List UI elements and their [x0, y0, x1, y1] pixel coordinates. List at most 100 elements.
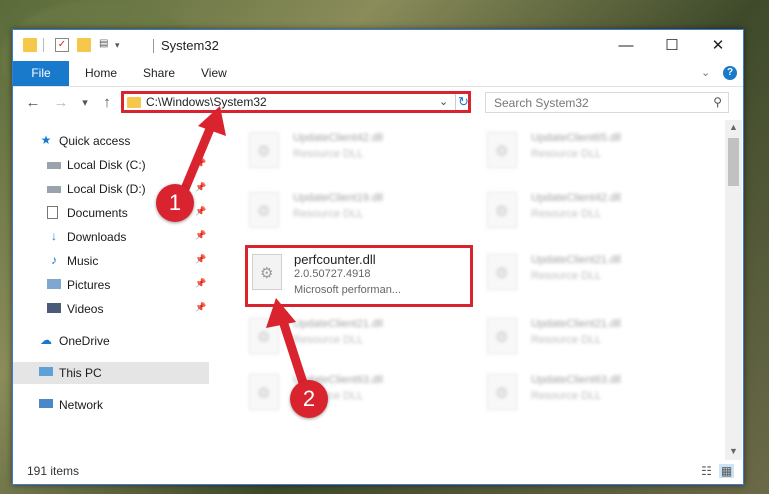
large-icons-view-icon[interactable]: ▦: [719, 464, 734, 478]
file-description: Resource DLL: [293, 208, 364, 220]
folder-icon: [23, 38, 37, 52]
sidebar-item-onedrive[interactable]: ☁ OneDrive: [13, 330, 209, 352]
file-description: Resource DLL: [531, 390, 602, 402]
scroll-up-icon[interactable]: ▲: [729, 122, 738, 132]
scroll-thumb[interactable]: [728, 138, 739, 186]
ribbon: File Home Share View ⌄ ?: [13, 61, 743, 87]
file-tile[interactable]: UpdateClient21.dll Resource DLL: [481, 314, 701, 360]
dll-file-icon: [487, 318, 517, 354]
tab-view[interactable]: View: [201, 61, 227, 86]
chevron-down-icon[interactable]: ⌄: [439, 95, 448, 108]
sidebar-item-label: Music: [67, 254, 99, 268]
pin-icon[interactable]: 📌: [195, 158, 206, 169]
tab-share[interactable]: Share: [143, 61, 175, 86]
file-name: UpdateClient19.dll: [293, 192, 383, 204]
maximize-button[interactable]: ☐: [649, 30, 695, 61]
file-tile[interactable]: UpdateClient19.dll Resource DLL: [243, 188, 463, 234]
file-name: UpdateClient65.dll: [531, 132, 621, 144]
scroll-down-icon[interactable]: ▼: [729, 446, 738, 456]
window-title: System32: [161, 38, 219, 53]
search-icon[interactable]: ⚲: [713, 95, 722, 109]
pin-icon[interactable]: 📌: [195, 182, 206, 193]
file-tile[interactable]: UpdateClient42.dll Resource DLL: [243, 128, 463, 174]
file-description: Resource DLL: [531, 208, 602, 220]
vertical-scrollbar[interactable]: ▲ ▼: [725, 120, 742, 460]
status-bar: 191 items ☷ ▦: [13, 460, 743, 484]
file-description: Resource DLL: [293, 148, 364, 160]
customize-toolbar-icon[interactable]: ▤: [99, 38, 113, 52]
explorer-window: ✓ ▤ ▾ System32 — ☐ ✕ File Home Share Vie…: [12, 29, 744, 485]
sidebar-item-label: Network: [59, 398, 104, 412]
pin-icon[interactable]: 📌: [195, 206, 206, 217]
recent-locations-button[interactable]: ▾: [75, 93, 95, 113]
sidebar-item-downloads[interactable]: ↓ Downloads 📌: [13, 226, 209, 248]
file-name: UpdateClient42.dll: [531, 192, 621, 204]
properties-icon[interactable]: ✓: [55, 38, 69, 52]
file-name: UpdateClient21.dll: [293, 318, 383, 330]
sidebar-item-label: Quick access: [59, 134, 131, 148]
file-tile[interactable]: UpdateClient42.dll Resource DLL: [481, 188, 701, 234]
sidebar-item-music[interactable]: ♪ Music 📌: [13, 250, 209, 272]
sidebar-item-label: OneDrive: [59, 334, 110, 348]
pictures-icon: [47, 279, 61, 289]
file-tile[interactable]: UpdateClient63.dll Resource DLL: [481, 370, 701, 416]
sidebar-item-this-pc[interactable]: This PC: [13, 362, 209, 384]
expand-ribbon-icon[interactable]: ⌄: [701, 66, 710, 79]
file-name: UpdateClient21.dll: [531, 318, 621, 330]
monitor-icon: [39, 367, 53, 376]
file-description: Microsoft performan...: [294, 284, 401, 296]
forward-button[interactable]: →: [51, 93, 71, 113]
chevron-down-icon[interactable]: ▾: [115, 40, 129, 54]
sidebar-item-label: Local Disk (C:): [67, 158, 146, 172]
search-input[interactable]: Search System32 ⚲: [485, 92, 729, 113]
pin-icon[interactable]: 📌: [195, 278, 206, 289]
close-button[interactable]: ✕: [695, 30, 741, 61]
title-separator: [153, 39, 154, 53]
file-name: UpdateClient63.dll: [531, 374, 621, 386]
help-icon[interactable]: ?: [723, 66, 737, 80]
address-separator: [455, 94, 456, 110]
dll-file-icon: [249, 374, 279, 410]
file-tile[interactable]: UpdateClient21.dll Resource DLL: [481, 250, 701, 296]
new-folder-icon[interactable]: [77, 38, 91, 52]
sidebar-item-pictures[interactable]: Pictures 📌: [13, 274, 209, 296]
tab-home[interactable]: Home: [85, 61, 117, 86]
documents-icon: [47, 206, 58, 219]
item-count: 191 items: [27, 464, 80, 478]
network-icon: [39, 399, 53, 408]
file-name: UpdateClient21.dll: [531, 254, 621, 266]
drive-icon: [47, 162, 61, 169]
file-description: Resource DLL: [531, 270, 602, 282]
address-bar[interactable]: C:\Windows\System32 ⌄ ↻: [121, 91, 471, 113]
sidebar-item-quick-access[interactable]: ★ Quick access: [13, 130, 209, 152]
dll-file-icon: [249, 192, 279, 228]
pin-icon[interactable]: 📌: [195, 230, 206, 241]
sidebar-item-videos[interactable]: Videos 📌: [13, 298, 209, 320]
file-tile[interactable]: UpdateClient65.dll Resource DLL: [481, 128, 701, 174]
search-placeholder: Search System32: [494, 96, 589, 110]
navigation-pane: ★ Quick access Local Disk (C:) 📌 Local D…: [13, 120, 209, 460]
details-view-icon[interactable]: ☷: [699, 464, 714, 478]
file-tile[interactable]: UpdateClient21.dll Resource DLL: [243, 314, 463, 360]
pin-icon[interactable]: 📌: [195, 302, 206, 313]
address-path[interactable]: C:\Windows\System32: [146, 95, 267, 109]
refresh-icon[interactable]: ↻: [458, 94, 469, 110]
sidebar-item-label: Downloads: [67, 230, 127, 244]
dll-file-icon: [487, 132, 517, 168]
back-button[interactable]: ←: [23, 93, 43, 113]
tab-file[interactable]: File: [13, 61, 69, 86]
file-tile-perfcounter[interactable]: perfcounter.dll 2.0.50727.4918 Microsoft…: [245, 245, 473, 307]
navigation-bar: ← → ▾ ↑ C:\Windows\System32 ⌄ ↻ Search S…: [13, 87, 743, 119]
sidebar-item-label: Documents: [67, 206, 128, 220]
sidebar-item-network[interactable]: Network: [13, 394, 209, 416]
film-icon: [47, 303, 61, 313]
file-tile[interactable]: UpdateClient63.dll Resource DLL: [243, 370, 463, 416]
cloud-icon: ☁: [40, 333, 52, 347]
music-note-icon: ♪: [51, 253, 57, 267]
sidebar-item-local-disk-c[interactable]: Local Disk (C:) 📌: [13, 154, 209, 176]
download-arrow-icon: ↓: [51, 229, 57, 243]
up-button[interactable]: ↑: [97, 93, 117, 113]
minimize-button[interactable]: —: [603, 30, 649, 61]
pin-icon[interactable]: 📌: [195, 254, 206, 265]
drive-icon: [47, 186, 61, 193]
